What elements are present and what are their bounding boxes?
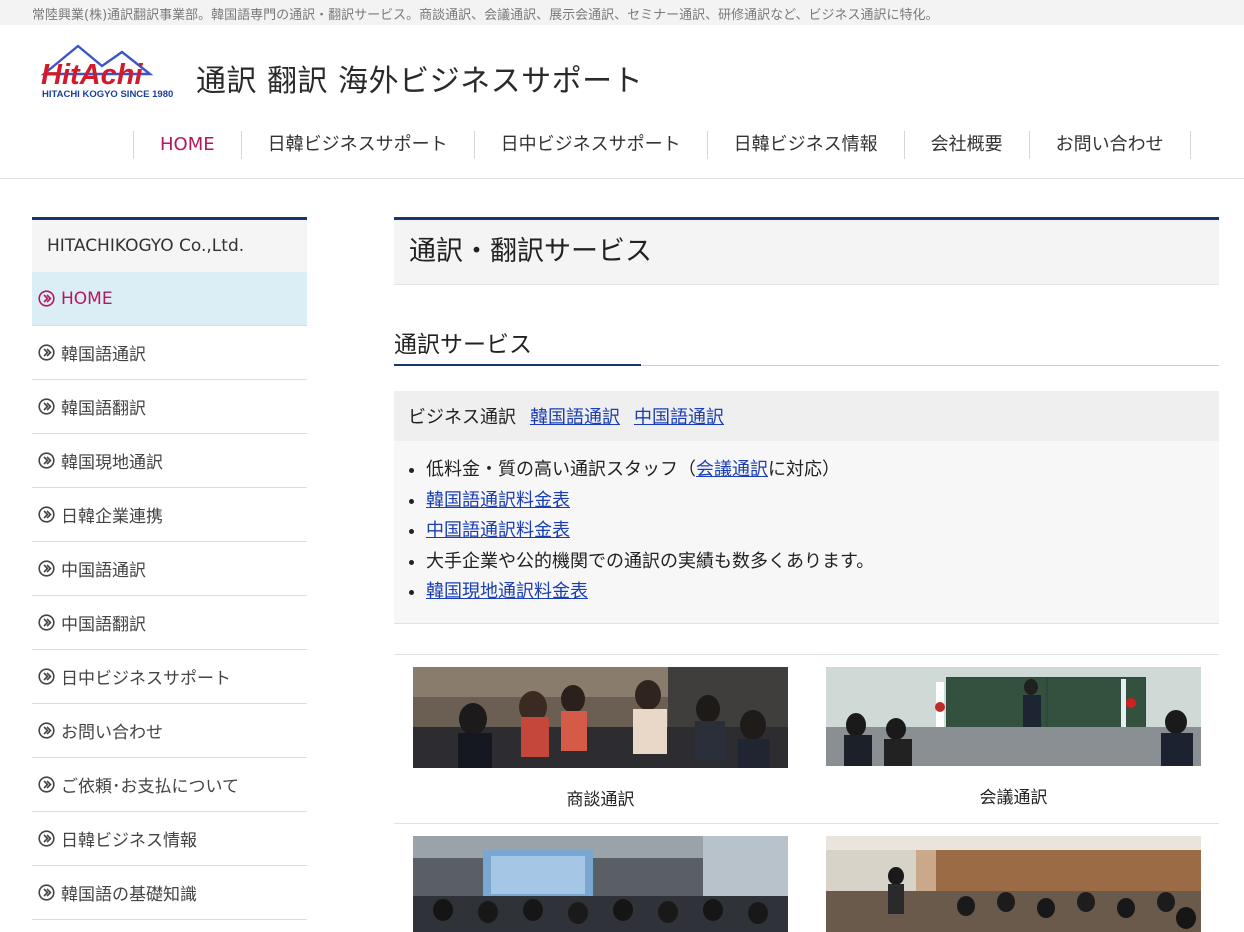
nav-contact[interactable]: お問い合わせ	[1028, 131, 1191, 159]
training-photo[interactable]	[826, 836, 1201, 932]
company-logo[interactable]: HitAchi HITACHI KOGYO SINCE 1980	[38, 44, 186, 100]
link-korea-local-interpretation-rates[interactable]: 韓国現地通訳料金表	[426, 581, 588, 602]
box-header: ビジネス通訳 韓国語通訳 中国語通訳	[394, 391, 1219, 441]
sidebar-item-japan-korea-business-info[interactable]: 日韓ビジネス情報	[32, 812, 307, 866]
list-item: 韓国語通訳料金表	[426, 486, 1219, 517]
link-conference-interpretation[interactable]: 会議通訳	[696, 459, 768, 480]
nav-japan-china-business-support[interactable]: 日中ビジネスサポート	[473, 131, 707, 159]
link-chinese-interpretation-rates[interactable]: 中国語通訳料金表	[426, 520, 570, 541]
circle-chevron-right-icon	[38, 506, 55, 523]
svg-text:HITACHI KOGYO SINCE 1980: HITACHI KOGYO SINCE 1980	[42, 89, 173, 100]
card-caption-conference[interactable]: 会議通訳	[826, 783, 1201, 808]
sidebar-item-chinese-interpretation[interactable]: 中国語通訳	[32, 542, 307, 596]
sidebar-item-korean-interpretation[interactable]: 韓国語通訳	[32, 326, 307, 380]
nav-company-profile[interactable]: 会社概要	[903, 131, 1029, 159]
list-item: 中国語通訳料金表	[426, 516, 1219, 547]
circle-chevron-right-icon	[38, 830, 55, 847]
page-title-bar: 通訳・翻訳サービス	[394, 217, 1219, 285]
link-korean-interpretation-rates[interactable]: 韓国語通訳料金表	[426, 490, 570, 511]
cards-divider-top	[394, 654, 1219, 655]
page-title: 通訳・翻訳サービス	[409, 236, 652, 267]
sidebar-item-label: ご依頼･お支払について	[61, 777, 239, 797]
circle-chevron-right-icon	[38, 884, 55, 901]
circle-chevron-right-icon	[38, 722, 55, 739]
sidebar-item-korea-local-interpretation[interactable]: 韓国現地通訳	[32, 434, 307, 488]
conference-photo[interactable]	[826, 667, 1201, 766]
header-divider	[0, 178, 1244, 179]
business-interpretation-box: ビジネス通訳 韓国語通訳 中国語通訳 低料金・質の高い通訳スタッフ（会議通訳に対…	[394, 391, 1219, 624]
card-caption-business-meeting[interactable]: 商談通訳	[413, 785, 788, 810]
seminar-photo[interactable]	[413, 836, 788, 932]
sidebar-item-label: 中国語通訳	[61, 561, 146, 581]
sidebar-item-label: 韓国語の基礎知識	[61, 885, 197, 905]
tagline-text: 常陸興業(株)通訳翻訳事業部。韓国語専門の通訳・翻訳サービス。商談通訳、会議通訳…	[32, 8, 939, 23]
svg-text:HitAchi: HitAchi	[41, 59, 143, 91]
site-title: 通訳 翻訳 海外ビジネスサポート	[196, 64, 644, 99]
global-nav: HOME 日韓ビジネスサポート 日中ビジネスサポート 日韓ビジネス情報 会社概要…	[133, 131, 1191, 159]
circle-chevron-right-icon	[38, 452, 55, 469]
sidebar-item-label: 日韓企業連携	[61, 507, 163, 527]
nav-japan-korea-business-info[interactable]: 日韓ビジネス情報	[706, 131, 904, 159]
sidebar-item-label: 日韓ビジネス情報	[61, 831, 197, 851]
circle-chevron-right-icon	[38, 668, 55, 685]
sidebar-heading: HITACHIKOGYO Co.,Ltd.	[32, 220, 307, 272]
sidebar-item-chinese-translation[interactable]: 中国語翻訳	[32, 596, 307, 650]
sidebar-item-korean-translation[interactable]: 韓国語翻訳	[32, 380, 307, 434]
section-title: 通訳サービス	[394, 332, 532, 358]
sidebar-item-label: 中国語翻訳	[61, 615, 146, 635]
sidebar-item-label: 韓国現地通訳	[61, 453, 163, 473]
list-item: 低料金・質の高い通訳スタッフ（会議通訳に対応）	[426, 455, 1219, 486]
cards-divider-middle	[394, 823, 1219, 824]
link-korean-interpretation[interactable]: 韓国語通訳	[530, 403, 620, 429]
link-chinese-interpretation[interactable]: 中国語通訳	[634, 403, 724, 429]
sidebar-item-label: 日中ビジネスサポート	[61, 669, 231, 689]
circle-chevron-right-icon	[38, 344, 55, 361]
sidebar-item-home[interactable]: HOME	[32, 272, 307, 326]
main-content: 通訳・翻訳サービス 通訳サービス ビジネス通訳 韓国語通訳 中国語通訳 低料金・…	[394, 217, 1219, 932]
business-meeting-photo[interactable]	[413, 667, 788, 768]
circle-chevron-right-icon	[38, 290, 55, 307]
list-item: 韓国現地通訳料金表	[426, 577, 1219, 608]
sidebar-item-label: HOME	[61, 288, 113, 309]
nav-home[interactable]: HOME	[133, 131, 241, 159]
sidebar-item-label: お問い合わせ	[61, 723, 163, 743]
circle-chevron-right-icon	[38, 614, 55, 631]
circle-chevron-right-icon	[38, 398, 55, 415]
sidebar-item-contact[interactable]: お問い合わせ	[32, 704, 307, 758]
sidebar-item-label: 韓国語通訳	[61, 345, 146, 365]
top-tagline-bar: 常陸興業(株)通訳翻訳事業部。韓国語専門の通訳・翻訳サービス。商談通訳、会議通訳…	[0, 0, 1244, 25]
section-divider-accent	[394, 364, 641, 366]
circle-chevron-right-icon	[38, 776, 55, 793]
circle-chevron-right-icon	[38, 560, 55, 577]
sidebar-item-korean-basics[interactable]: 韓国語の基礎知識	[32, 866, 307, 920]
box-label: ビジネス通訳	[408, 407, 516, 428]
sidebar-item-japan-china-business-support[interactable]: 日中ビジネスサポート	[32, 650, 307, 704]
sidebar: HITACHIKOGYO Co.,Ltd. HOME 韓国語通訳 韓国語翻訳 韓…	[32, 217, 307, 920]
sidebar-item-request-payment[interactable]: ご依頼･お支払について	[32, 758, 307, 812]
sidebar-item-label: 韓国語翻訳	[61, 399, 146, 419]
service-bullet-list: 低料金・質の高い通訳スタッフ（会議通訳に対応） 韓国語通訳料金表 中国語通訳料金…	[394, 455, 1219, 608]
nav-japan-korea-business-support[interactable]: 日韓ビジネスサポート	[240, 131, 474, 159]
sidebar-item-japan-korea-partnership[interactable]: 日韓企業連携	[32, 488, 307, 542]
list-item: 大手企業や公的機関での通訳の実績も数多くあります。	[426, 547, 1219, 578]
